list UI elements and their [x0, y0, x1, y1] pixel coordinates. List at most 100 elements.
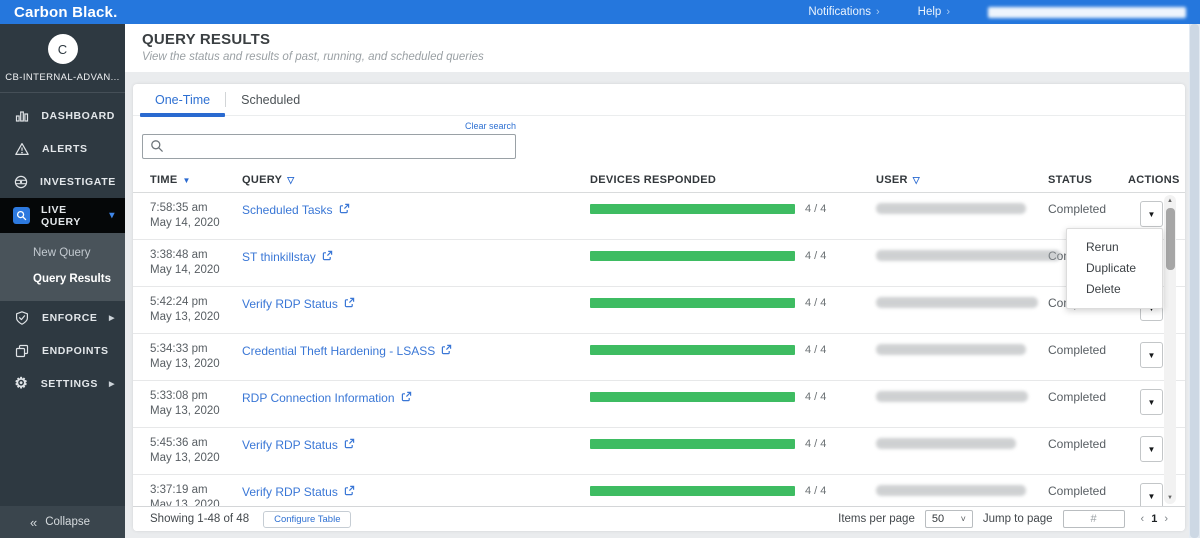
- sidebar-item-endpoints[interactable]: ENDPOINTS: [0, 334, 125, 367]
- dashboard-icon: [13, 108, 30, 124]
- menu-item-rerun[interactable]: Rerun: [1067, 237, 1162, 258]
- live-query-submenu: New Query Query Results: [0, 233, 125, 301]
- user-cell: [876, 201, 1048, 239]
- sidebar-item-dashboard[interactable]: DASHBOARD: [0, 99, 125, 132]
- collapse-chevrons-icon: «: [30, 514, 38, 530]
- tab-scheduled[interactable]: Scheduled: [226, 84, 315, 115]
- query-cell: RDP Connection Information: [242, 389, 590, 427]
- notifications-label: Notifications: [808, 6, 871, 18]
- sidebar-item-new-query[interactable]: New Query: [0, 240, 125, 266]
- page-header: QUERY RESULTS View the status and result…: [125, 24, 1200, 72]
- previous-page-icon[interactable]: ‹: [1141, 513, 1145, 525]
- sidebar-item-settings[interactable]: ⚙ SETTINGS ▶: [0, 367, 125, 400]
- redacted-user-account[interactable]: [988, 6, 1186, 18]
- query-results-card: One-Time Scheduled Clear search TIME ▼ QU…: [133, 84, 1185, 531]
- tab-one-time[interactable]: One-Time: [140, 84, 226, 117]
- sidebar-item-live-query[interactable]: LIVE QUERY ▾: [0, 198, 125, 233]
- column-header-query[interactable]: QUERY ▽: [242, 174, 590, 186]
- caret-down-icon: ▼: [1147, 209, 1156, 219]
- user-cell: [876, 248, 1061, 286]
- progress-fill: [590, 345, 795, 355]
- page-subtitle: View the status and results of past, run…: [142, 51, 484, 63]
- column-header-time[interactable]: TIME ▼: [150, 174, 242, 186]
- devices-progress-bar: [590, 486, 795, 496]
- row-actions-button[interactable]: ▼: [1140, 436, 1163, 462]
- devices-responded-count: 4 / 4: [805, 344, 827, 356]
- sort-icon: ▽: [912, 175, 920, 185]
- gear-icon: ⚙: [14, 375, 29, 392]
- live-query-icon: [13, 207, 30, 224]
- items-per-page-label: Items per page: [838, 513, 915, 525]
- menu-item-duplicate[interactable]: Duplicate: [1067, 258, 1162, 279]
- org-switcher[interactable]: C CB-INTERNAL-ADVAN...: [0, 24, 125, 93]
- page-scrollbar[interactable]: [1189, 24, 1200, 538]
- table-row: 5:33:08 pm May 13, 2020 RDP Connection I…: [133, 381, 1185, 428]
- column-header-actions: ACTIONS: [1128, 174, 1180, 186]
- progress-fill: [590, 298, 795, 308]
- query-link[interactable]: Scheduled Tasks: [242, 203, 350, 217]
- row-actions-button[interactable]: ▼: [1140, 483, 1163, 506]
- collapse-label: Collapse: [45, 516, 90, 528]
- notifications-link[interactable]: Notifications ›: [808, 6, 879, 18]
- query-link[interactable]: Verify RDP Status: [242, 485, 355, 499]
- chevron-right-icon: ▶: [109, 314, 115, 322]
- status-cell: Completed: [1048, 437, 1107, 451]
- table-scrollbar-thumb[interactable]: [1165, 208, 1175, 270]
- redacted-user-email: [876, 391, 1028, 402]
- actions-cell: ▼: [1128, 342, 1185, 380]
- search-input[interactable]: [142, 134, 516, 159]
- row-actions-button[interactable]: ▼: [1140, 389, 1163, 415]
- jump-to-page-input[interactable]: [1062, 510, 1125, 528]
- collapse-sidebar-button[interactable]: « Collapse: [0, 506, 125, 538]
- sidebar-item-enforce[interactable]: ENFORCE ▶: [0, 301, 125, 334]
- query-link[interactable]: Credential Theft Hardening - LSASS: [242, 344, 452, 358]
- help-label: Help: [917, 6, 942, 18]
- table-scrollbar[interactable]: ▲ ▼: [1164, 195, 1176, 504]
- devices-responded-count: 4 / 4: [805, 297, 827, 309]
- actions-cell: ▼: [1128, 389, 1185, 427]
- open-query-icon: [322, 250, 333, 264]
- user-cell: [876, 295, 1048, 333]
- devices-cell: 4 / 4: [590, 389, 876, 427]
- configure-table-button[interactable]: Configure Table: [263, 510, 352, 528]
- help-link[interactable]: Help ›: [918, 6, 950, 18]
- query-link[interactable]: Verify RDP Status: [242, 297, 355, 311]
- table-footer: Showing 1-48 of 48 Configure Table Items…: [133, 506, 1185, 531]
- query-link[interactable]: Verify RDP Status: [242, 438, 355, 452]
- devices-progress-bar: [590, 392, 795, 402]
- scroll-up-icon[interactable]: ▲: [1164, 198, 1176, 204]
- sidebar-item-investigate[interactable]: INVESTIGATE: [0, 165, 125, 198]
- progress-fill: [590, 392, 795, 402]
- items-per-page-select[interactable]: 50 ˅: [924, 510, 973, 528]
- sidebar-item-alerts[interactable]: ALERTS: [0, 132, 125, 165]
- devices-responded-count: 4 / 4: [805, 391, 827, 403]
- search-icon: [150, 139, 164, 158]
- table-row: 3:38:48 am May 14, 2020 ST thinkillstay …: [133, 240, 1185, 287]
- scroll-down-icon[interactable]: ▼: [1164, 495, 1176, 501]
- devices-progress-bar: [590, 204, 795, 214]
- query-cell: Verify RDP Status: [242, 295, 590, 333]
- progress-fill: [590, 486, 795, 496]
- time-cell: 5:42:24 pm May 13, 2020: [150, 296, 220, 323]
- devices-progress-bar: [590, 298, 795, 308]
- devices-cell: 4 / 4: [590, 483, 876, 506]
- menu-item-delete[interactable]: Delete: [1067, 279, 1162, 300]
- query-cell: Credential Theft Hardening - LSASS: [242, 342, 590, 380]
- redacted-user-email: [876, 203, 1026, 214]
- query-link[interactable]: ST thinkillstay: [242, 250, 333, 264]
- sidebar-item-label: ENFORCE: [42, 311, 98, 324]
- org-name: CB-INTERNAL-ADVAN...: [5, 72, 120, 83]
- page-scrollbar-thumb[interactable]: [1190, 24, 1199, 538]
- query-cell: ST thinkillstay: [242, 248, 590, 286]
- next-page-icon[interactable]: ›: [1164, 513, 1168, 525]
- row-actions-button[interactable]: ▼: [1140, 201, 1163, 227]
- devices-cell: 4 / 4: [590, 295, 876, 333]
- query-cell: Verify RDP Status: [242, 483, 590, 506]
- column-header-user[interactable]: USER ▽: [876, 174, 1048, 186]
- column-header-devices: DEVICES RESPONDED: [590, 174, 717, 186]
- sidebar-item-query-results[interactable]: Query Results: [0, 266, 125, 292]
- row-actions-button[interactable]: ▼: [1140, 342, 1163, 368]
- actions-cell: ▼: [1128, 483, 1185, 506]
- query-link[interactable]: RDP Connection Information: [242, 391, 412, 405]
- clear-search-link[interactable]: Clear search: [142, 121, 516, 131]
